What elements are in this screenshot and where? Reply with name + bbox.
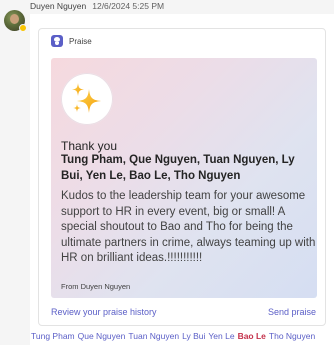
mention-tuan-nguyen[interactable]: Tuan Nguyen <box>128 331 179 341</box>
mention-tho-nguyen[interactable]: Tho Nguyen <box>269 331 315 341</box>
avatar-face <box>10 14 19 24</box>
mention-ly-bui[interactable]: Ly Bui <box>182 331 205 341</box>
mention-yen-le[interactable]: Yen Le <box>208 331 234 341</box>
praise-icon <box>51 35 63 47</box>
sparkles-icon <box>72 83 101 113</box>
author-name[interactable]: Duyen Nguyen <box>30 1 86 11</box>
status-away-icon <box>19 24 27 32</box>
message-timestamp: 12/6/2024 5:25 PM <box>92 1 165 11</box>
praise-recipients: Tung Pham, Que Nguyen, Tuan Nguyen, Ly B… <box>61 154 295 182</box>
sparkles-badge <box>61 73 113 125</box>
send-praise-link[interactable]: Send praise <box>268 307 316 317</box>
author-avatar[interactable] <box>4 10 27 32</box>
mention-que-nguyen[interactable]: Que Nguyen <box>78 331 126 341</box>
praise-card-header: Praise <box>51 34 92 48</box>
praise-from: From Duyen Nguyen <box>61 282 131 291</box>
thank-you-text: Thank you <box>61 139 118 153</box>
message-header: Duyen Nguyen 12/6/2024 5:25 PM <box>30 1 164 11</box>
praise-app-name: Praise <box>69 36 92 46</box>
mentions-row: Tung Pham Que Nguyen Tuan Nguyen Ly Bui Yen … <box>31 331 334 341</box>
mention-bao-le[interactable]: Bao Le <box>238 331 266 341</box>
review-praise-history-link[interactable]: Review your praise history <box>51 307 157 317</box>
praise-message: Kudos to the leadership team for your aw… <box>61 190 316 264</box>
mention-tung-pham[interactable]: Tung Pham <box>31 331 75 341</box>
